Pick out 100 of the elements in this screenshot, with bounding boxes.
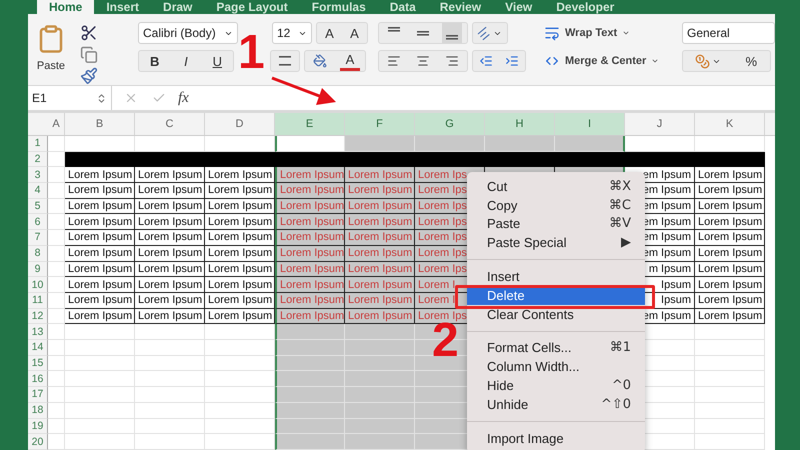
font-size-field[interactable]: 12 (272, 22, 312, 44)
paintbrush-icon[interactable] (80, 67, 98, 86)
shrink-font-button[interactable]: A (344, 23, 364, 43)
italic-button[interactable]: I (176, 51, 196, 71)
ribbon-tab[interactable]: Draw (151, 0, 204, 14)
row-header[interactable]: 10 (28, 277, 48, 293)
table-cell: Lorem Ipsum (345, 262, 415, 278)
row-header[interactable]: 18 (28, 402, 48, 419)
column-header[interactable]: H (485, 113, 555, 135)
table-cell: Lorem Ipsum (135, 182, 205, 199)
ribbon-tab[interactable]: Page Layout (204, 0, 300, 14)
table-cell: Lorem Ipsum (695, 292, 765, 309)
table-cell: Lorem Ipsum (345, 230, 415, 246)
row-header[interactable]: 16 (28, 371, 48, 388)
table-cell: Lorem Ipsum (135, 230, 205, 246)
table-cell: Lorem Ipsum (135, 308, 205, 324)
align-top-icon (388, 26, 400, 32)
underline-button[interactable]: U (207, 51, 228, 71)
shortcut-label: ^0 (612, 378, 631, 394)
align-bottom-button[interactable] (442, 23, 462, 43)
row-header[interactable]: 5 (28, 198, 48, 214)
row-header[interactable]: 4 (28, 182, 48, 199)
row-header[interactable]: 6 (28, 214, 48, 230)
column-header[interactable]: C (135, 113, 205, 135)
align-left-icon (386, 54, 401, 68)
ribbon-tab[interactable]: Review (428, 0, 494, 14)
column-header[interactable]: E (275, 113, 345, 135)
bold-button[interactable]: B (144, 51, 165, 71)
name-box[interactable]: E1 (28, 86, 112, 110)
ribbon-tab[interactable]: View (493, 0, 544, 14)
table-cell: Lorem Ipsum (345, 182, 415, 199)
ribbon-tab[interactable]: Data (378, 0, 428, 14)
table-cell: Lorem Ipsum (345, 167, 415, 183)
row-header[interactable]: 13 (28, 324, 48, 340)
row-header[interactable]: 12 (28, 308, 48, 324)
column-header[interactable]: I (555, 113, 625, 135)
ribbon-tab[interactable]: Home (37, 0, 94, 14)
row-header[interactable]: 20 (28, 434, 48, 450)
menu-item[interactable]: Unhide ^⇧0 (467, 394, 645, 414)
menu-item[interactable]: Column Width... (467, 357, 645, 376)
table-cell: Lorem Ipsum (695, 214, 765, 230)
row-header[interactable]: 11 (28, 292, 48, 309)
row-header[interactable]: 1 (28, 136, 48, 152)
column-header[interactable]: J (625, 113, 695, 135)
table-cell: Lorem Ipsum (135, 198, 205, 214)
table-cell: Lorem Ipsum (275, 277, 345, 293)
shortcut-label: ^⇧0 (600, 396, 631, 412)
insert-function-button[interactable]: fx (178, 90, 189, 106)
table-cell: Lorem Ipsum (695, 167, 765, 183)
table-cell: Lorem Ipsum (65, 262, 135, 278)
table-cell: Lorem Ipsum (275, 167, 345, 183)
number-format-field[interactable]: General (682, 22, 775, 44)
ribbon-tab[interactable]: Developer (544, 0, 626, 14)
row-header[interactable]: 14 (28, 340, 48, 356)
row-header[interactable]: 19 (28, 418, 48, 434)
ribbon-tab[interactable]: Insert (94, 0, 152, 14)
column-header[interactable]: B (65, 113, 135, 135)
column-header[interactable]: K (695, 113, 765, 135)
table-cell: Lorem Ipsum (275, 198, 345, 214)
column-header[interactable]: A (48, 113, 65, 135)
table-cell: Lorem Ipsum (275, 230, 345, 246)
cut-icon[interactable] (80, 24, 98, 42)
table-cell: Lorem Ipsum (65, 198, 135, 214)
table-cell: Lorem Ipsum (65, 277, 135, 293)
row-header[interactable]: 9 (28, 262, 48, 278)
row-header[interactable]: 3 (28, 167, 48, 183)
menu-item[interactable]: Hide ^0 (467, 376, 645, 395)
row-header[interactable]: 8 (28, 246, 48, 262)
row-header[interactable]: 17 (28, 387, 48, 403)
step-number: 1 (238, 34, 265, 72)
column-header[interactable]: G (415, 113, 485, 135)
grow-font-button[interactable]: A (320, 23, 340, 43)
merge-center-button[interactable]: Merge & Center (544, 50, 666, 72)
stepper-icon[interactable] (96, 92, 107, 104)
row-header[interactable]: 2 (28, 152, 48, 168)
menu-item[interactable]: Import Image (467, 428, 645, 448)
table-cell: Lorem Ipsum (205, 167, 275, 183)
table-cell: Lorem Ipsum (205, 182, 275, 199)
table-cell: Lorem Ipsum (345, 308, 415, 324)
shortcut-label: ⌘1 (610, 340, 631, 356)
table-cell: Lorem Ipsum (135, 167, 205, 183)
row-header[interactable]: 15 (28, 356, 48, 372)
active-cell[interactable] (275, 136, 345, 152)
wrap-text-button[interactable]: Wrap Text (544, 22, 666, 44)
table-cell: Lorem Ipsum (345, 292, 415, 309)
menu-item[interactable]: Format Cells... ⌘1 (467, 338, 645, 358)
table-cell: Lorem Ipsum (65, 230, 135, 246)
align-right-icon (445, 54, 460, 68)
row-header[interactable]: 7 (28, 230, 48, 246)
table-cell: Lorem Ipsum (135, 262, 205, 278)
font-name-field[interactable]: Calibri (Body) (138, 22, 238, 44)
annotation-arrow (271, 76, 336, 105)
table-cell: Lorem Ipsum (275, 292, 345, 309)
cancel-icon[interactable] (124, 91, 138, 105)
ribbon-tab[interactable]: Formulas (300, 0, 378, 14)
paint-bucket-icon (313, 54, 327, 68)
table-cell: Lorem Ipsum (695, 308, 765, 324)
paste-button[interactable]: Paste (32, 22, 70, 85)
column-header[interactable]: F (345, 113, 415, 135)
table-cell: Lorem Ipsum (345, 246, 415, 262)
